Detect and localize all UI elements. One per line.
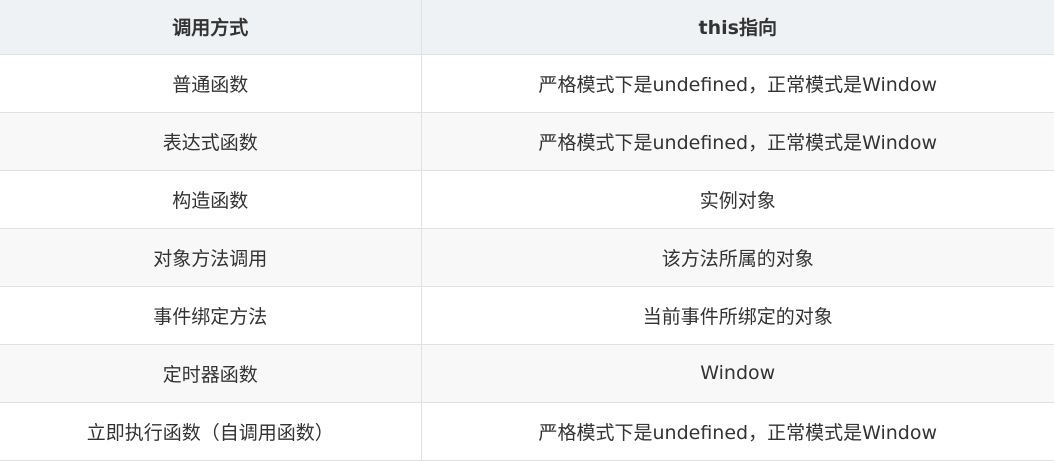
cell-call-style: 定时器函数: [0, 344, 421, 403]
table-body: 普通函数 严格模式下是undefined，正常模式是Window 表达式函数 严…: [0, 54, 1054, 461]
cell-call-style: 事件绑定方法: [0, 286, 421, 345]
cell-this-target: 严格模式下是undefined，正常模式是Window: [420, 54, 1054, 113]
header-row: 调用方式 this指向: [0, 0, 1054, 55]
cell-this-target: Window: [420, 344, 1054, 403]
table-row: 表达式函数 严格模式下是undefined，正常模式是Window: [0, 112, 1054, 171]
cell-this-target: 实例对象: [420, 170, 1054, 229]
table-header: 调用方式 this指向: [0, 0, 1054, 55]
table-row: 构造函数 实例对象: [0, 170, 1054, 229]
table-row: 对象方法调用 该方法所属的对象: [0, 228, 1054, 287]
table-row: 普通函数 严格模式下是undefined，正常模式是Window: [0, 54, 1054, 113]
table-row: 定时器函数 Window: [0, 344, 1054, 403]
header-this-target: this指向: [420, 0, 1054, 55]
cell-call-style: 立即执行函数（自调用函数）: [0, 402, 421, 461]
table-row: 立即执行函数（自调用函数） 严格模式下是undefined，正常模式是Windo…: [0, 402, 1054, 461]
header-call-style: 调用方式: [0, 0, 421, 55]
this-binding-table: 调用方式 this指向 普通函数 严格模式下是undefined，正常模式是Wi…: [0, 0, 1054, 461]
cell-this-target: 该方法所属的对象: [420, 228, 1054, 287]
cell-call-style: 普通函数: [0, 54, 421, 113]
cell-call-style: 对象方法调用: [0, 228, 421, 287]
cell-this-target: 严格模式下是undefined，正常模式是Window: [420, 112, 1054, 171]
cell-this-target: 当前事件所绑定的对象: [420, 286, 1054, 345]
cell-this-target: 严格模式下是undefined，正常模式是Window: [420, 402, 1054, 461]
cell-call-style: 表达式函数: [0, 112, 421, 171]
table-row: 事件绑定方法 当前事件所绑定的对象: [0, 286, 1054, 345]
cell-call-style: 构造函数: [0, 170, 421, 229]
